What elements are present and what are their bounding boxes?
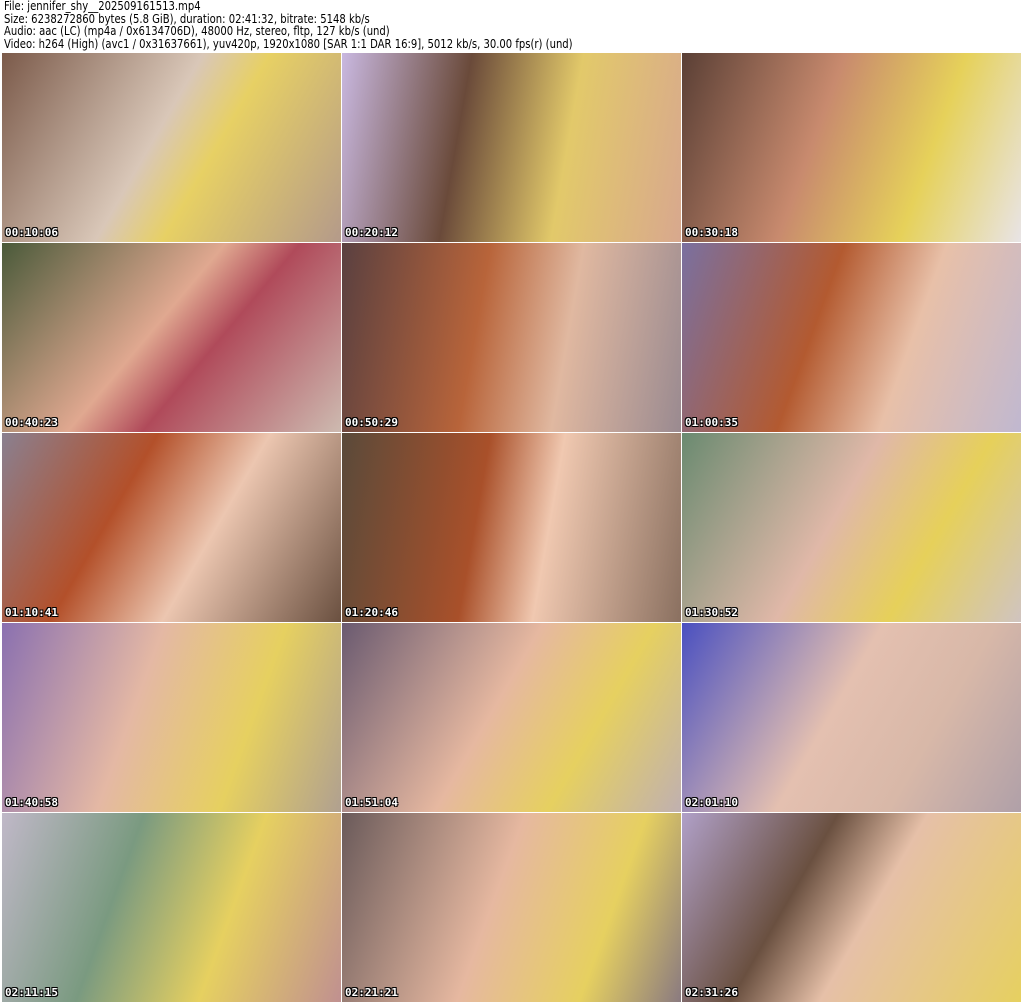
- video-thumbnail: 01:20:46: [342, 433, 681, 622]
- thumbnail-timestamp: 02:01:10: [685, 796, 738, 809]
- audio-info: Audio: aac (LC) (mp4a / 0x6134706D), 480…: [4, 24, 390, 38]
- video-thumbnail: 01:00:35: [682, 243, 1021, 432]
- video-thumbnail: 00:30:18: [682, 53, 1021, 242]
- thumbnail-timestamp: 01:40:58: [5, 796, 58, 809]
- video-thumbnail: 02:21:21: [342, 813, 681, 1002]
- video-thumbnail: 01:40:58: [2, 623, 341, 812]
- thumbnail-timestamp: 01:51:04: [345, 796, 398, 809]
- video-thumbnail: 00:50:29: [342, 243, 681, 432]
- video-thumbnail: 01:51:04: [342, 623, 681, 812]
- video-thumbnail: 02:01:10: [682, 623, 1021, 812]
- thumbnail-timestamp: 01:30:52: [685, 606, 738, 619]
- video-thumbnail: 02:31:26: [682, 813, 1021, 1002]
- thumbnail-timestamp: 02:11:15: [5, 986, 58, 999]
- thumbnail-timestamp: 00:30:18: [685, 226, 738, 239]
- thumbnail-timestamp: 01:20:46: [345, 606, 398, 619]
- thumbnail-timestamp: 00:20:12: [345, 226, 398, 239]
- file-info-header: File: jennifer_shy__202509161513.mp4 Siz…: [4, 0, 573, 50]
- thumbnail-timestamp: 01:10:41: [5, 606, 58, 619]
- video-info: Video: h264 (High) (avc1 / 0x31637661), …: [4, 36, 573, 51]
- video-thumbnail: 00:20:12: [342, 53, 681, 242]
- thumbnail-timestamp: 00:10:06: [5, 226, 58, 239]
- file-name: File: jennifer_shy__202509161513.mp4: [4, 0, 201, 13]
- thumbnail-timestamp: 02:21:21: [345, 986, 398, 999]
- video-thumbnail: 02:11:15: [2, 813, 341, 1002]
- video-thumbnail: 00:40:23: [2, 243, 341, 432]
- video-thumbnail: 01:10:41: [2, 433, 341, 622]
- thumbnail-timestamp: 01:00:35: [685, 416, 738, 429]
- video-thumbnail: 01:30:52: [682, 433, 1021, 622]
- thumbnail-grid: 00:10:06 00:20:12 00:30:18 00:40:23 00:50:29…: [2, 53, 1021, 1002]
- thumbnail-timestamp: 02:31:26: [685, 986, 738, 999]
- video-thumbnail: 00:10:06: [2, 53, 341, 242]
- thumbnail-timestamp: 00:40:23: [5, 416, 58, 429]
- thumbnail-timestamp: 00:50:29: [345, 416, 398, 429]
